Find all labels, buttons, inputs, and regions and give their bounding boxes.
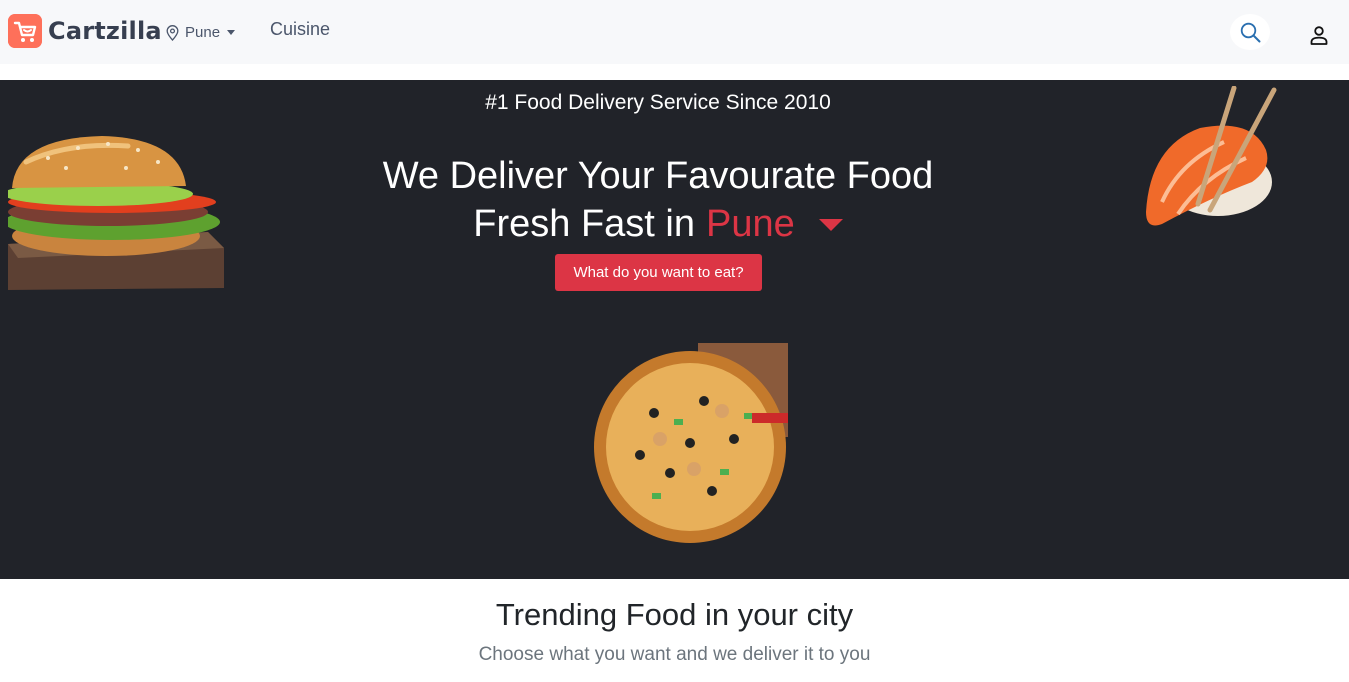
cart-logo-icon [8, 14, 42, 48]
map-pin-icon [166, 24, 179, 41]
brand-link[interactable]: Cartzilla [8, 14, 162, 48]
trending-title: Trending Food in your city [495, 597, 854, 632]
search-button[interactable] [1230, 14, 1270, 50]
caret-down-icon[interactable] [818, 219, 843, 231]
account-button[interactable] [1306, 22, 1332, 48]
hero-heading: We Deliver Your Favourate Food Fresh Fas… [0, 152, 1316, 248]
hero-section: #1 Food Delivery Service Since 2010 We D… [0, 80, 1349, 579]
hero-heading-line1: We Deliver Your Favourate Food [382, 155, 934, 197]
hero-heading-prefix: Fresh Fast in [473, 203, 695, 245]
hero-heading-line2: Fresh Fast in Pune [473, 200, 843, 248]
chevron-down-icon [227, 30, 236, 35]
nav-item-cuisine[interactable]: Cuisine [270, 19, 330, 40]
city-dropdown[interactable]: Pune [166, 24, 236, 41]
brand-name: Cartzilla [48, 17, 162, 45]
user-icon [1310, 26, 1328, 45]
search-icon [1240, 22, 1260, 42]
top-navbar: Cartzilla Pune Cuisine [0, 0, 1349, 64]
what-to-eat-button[interactable]: What do you want to eat? [555, 254, 762, 291]
pizza-image [594, 343, 788, 543]
hero-city[interactable]: Pune [706, 200, 795, 248]
city-dropdown-label: Pune [185, 24, 221, 41]
hero-tagline: #1 Food Delivery Service Since 2010 [485, 91, 831, 114]
trending-subtitle: Choose what you want and we deliver it t… [478, 644, 871, 665]
